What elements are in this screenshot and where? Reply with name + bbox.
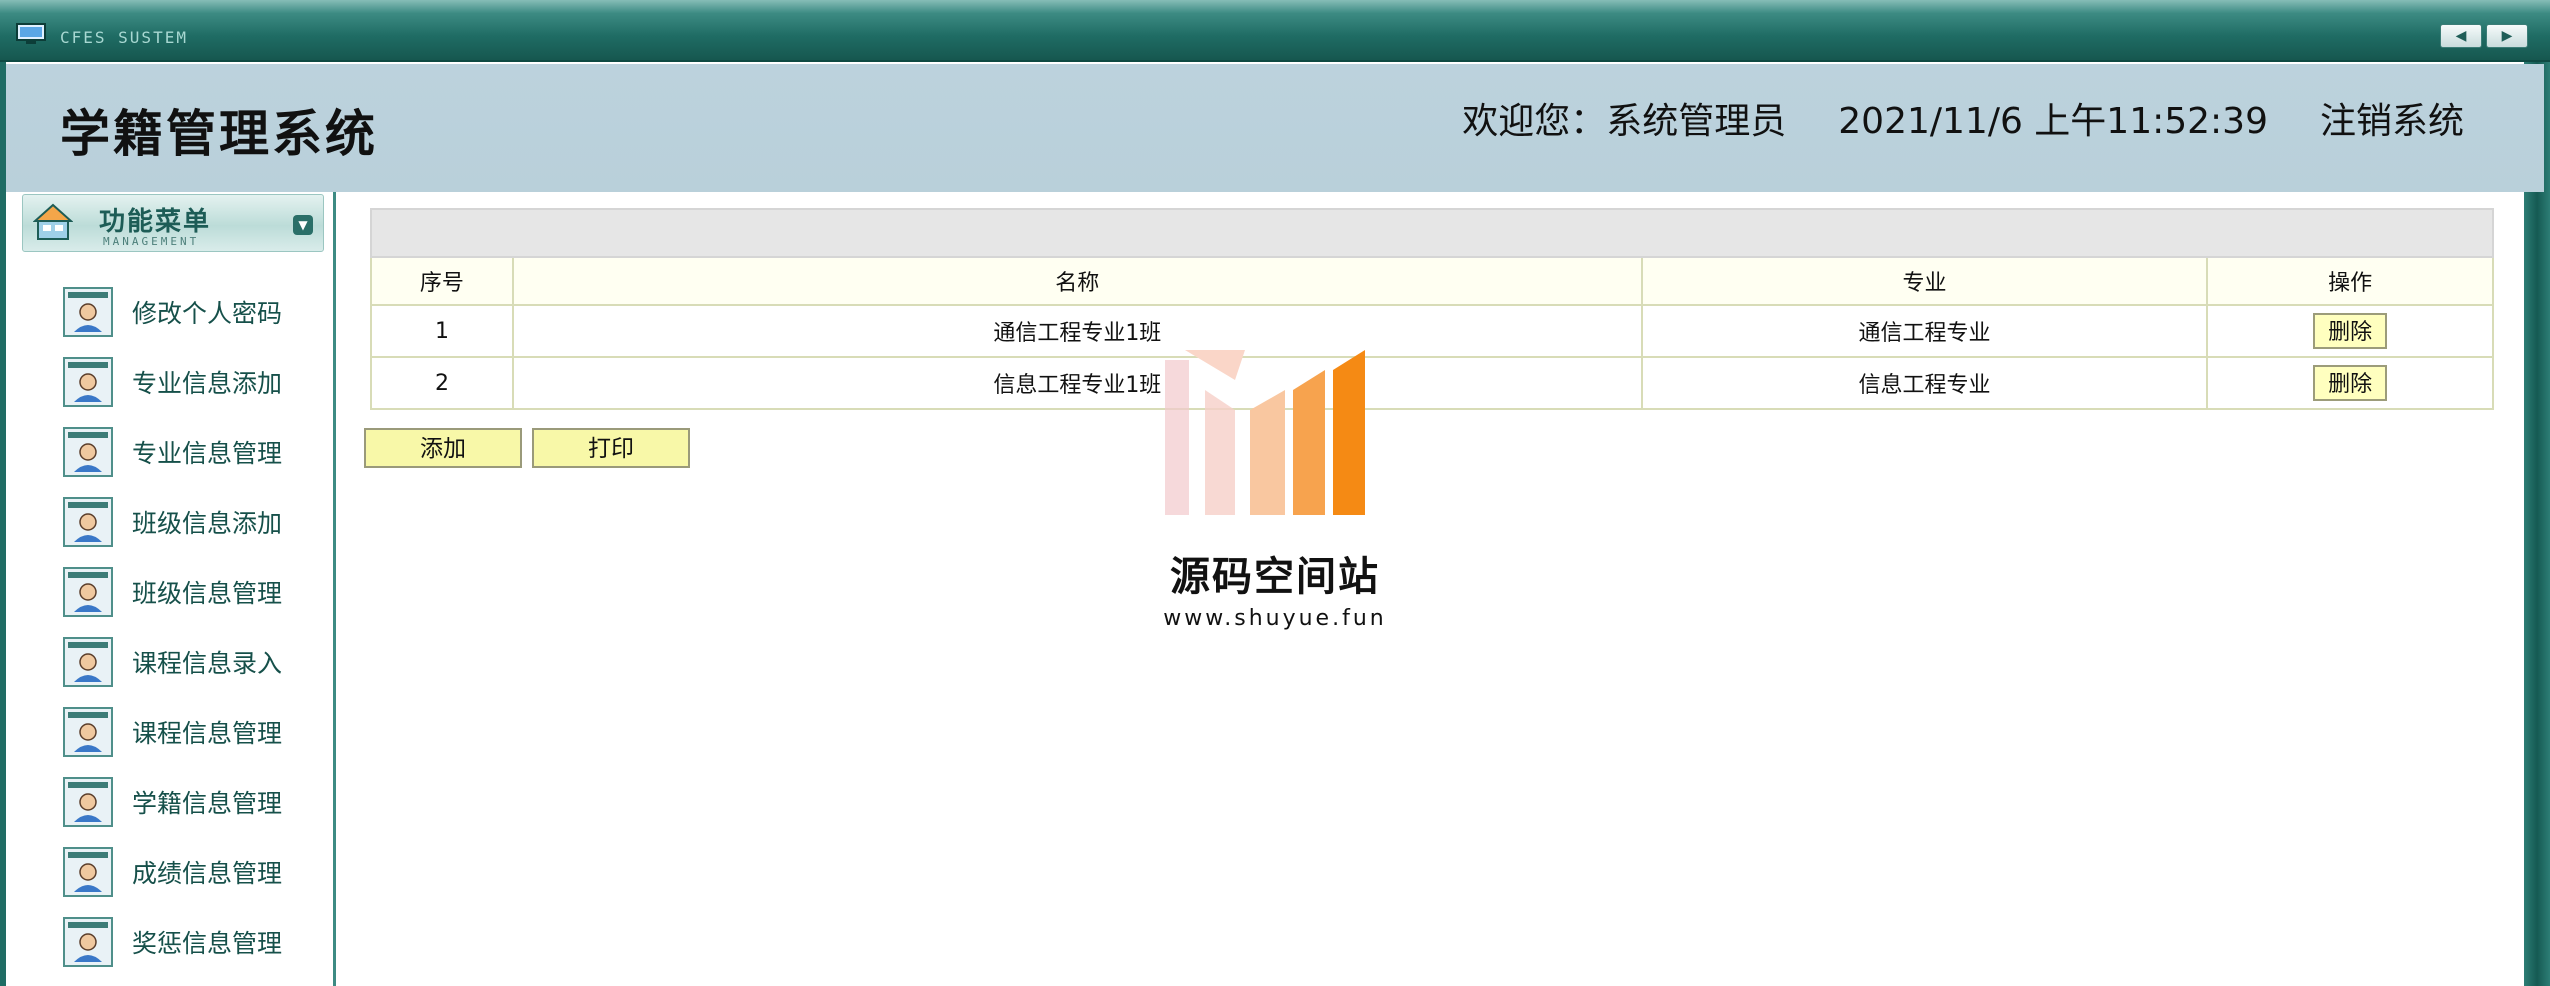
main-content: 序号 名称 专业 操作 1 通信工程专业1班 通信工程专业 删除 2 信息工程专… [360,192,2500,986]
user-name: 系统管理员 [1606,101,1787,142]
user-card-icon [63,777,113,827]
user-card-icon [63,567,113,617]
sidebar-item-course-entry[interactable]: 课程信息录入 [6,632,333,702]
cell-major: 信息工程专业 [1640,356,2209,410]
table-caption [370,208,2494,258]
user-card-icon [63,427,113,477]
cell-index: 1 [370,304,514,358]
add-button[interactable]: 添加 [364,428,522,468]
watermark-name: 源码空间站 [1170,554,1380,600]
sidebar-item-course-manage[interactable]: 课程信息管理 [6,702,333,772]
user-card-icon [63,847,113,897]
sidebar-item-label: 班级信息添加 [132,509,283,538]
app-title: 学籍管理系统 [60,105,378,163]
sidebar-item-major-manage[interactable]: 专业信息管理 [6,422,333,492]
menu-title: 功能菜单 [99,207,212,237]
home-icon [33,203,73,240]
table-row: 1 通信工程专业1班 通信工程专业 删除 [370,304,2494,358]
cell-name: 信息工程专业1班 [511,356,1643,410]
watermark-url: www.shuyue.fun [1163,606,1387,631]
logout-link[interactable]: 注销系统 [2320,92,2464,144]
user-card-icon [63,917,113,967]
table-header-row: 序号 名称 专业 操作 [370,256,2494,306]
delete-button[interactable]: 删除 [2313,365,2388,401]
sidebar-item-label: 奖惩信息管理 [132,929,283,958]
sidebar-item-label: 成绩信息管理 [132,859,283,888]
cell-name: 通信工程专业1班 [511,304,1643,358]
window-nav: ◀ ▶ [2440,24,2528,48]
delete-button[interactable]: 删除 [2313,313,2388,349]
sidebar-item-major-add[interactable]: 专业信息添加 [6,352,333,422]
welcome-label: 欢迎您： [1462,101,1607,142]
welcome: 欢迎您： 系统管理员 [1462,92,1786,144]
user-card-icon [63,357,113,407]
sidebar-item-class-manage[interactable]: 班级信息管理 [6,562,333,632]
sidebar-item-label: 修改个人密码 [132,299,283,328]
sidebar-item-class-add[interactable]: 班级信息添加 [6,492,333,562]
menu-header: 功能菜单 MANAGEMENT ▼ [22,194,324,252]
monitor-icon [16,23,46,44]
header: 学籍管理系统 欢迎您： 系统管理员 2021/11/6 上午11:52:39 注… [6,64,2544,192]
col-header-name: 名称 [511,256,1643,306]
window-titlebar: CFES SUSTEM ◀ ▶ [0,0,2550,62]
datetime: 2021/11/6 上午11:52:39 [1838,101,2268,142]
user-card-icon [63,707,113,757]
frame-right [2524,62,2550,986]
cell-action: 删除 [2206,356,2494,410]
user-card-icon [63,497,113,547]
sidebar-item-label: 专业信息添加 [132,369,283,398]
action-bar: 添加 打印 [364,428,690,468]
col-header-major: 专业 [1640,256,2209,306]
cell-index: 2 [370,356,514,410]
print-button[interactable]: 打印 [532,428,690,468]
col-header-index: 序号 [370,256,514,306]
header-right: 欢迎您： 系统管理员 2021/11/6 上午11:52:39 注销系统 [1462,92,2464,144]
cell-action: 删除 [2206,304,2494,358]
sidebar-item-label: 专业信息管理 [132,439,283,468]
table-caption-row [370,208,2494,258]
chevron-down-icon[interactable]: ▼ [293,215,313,235]
menu-list: 修改个人密码 专业信息添加 专业信息管理 班级信息添加 班级信息管理 课程信息录… [6,282,333,982]
user-card-icon [63,637,113,687]
sidebar-item-reward-manage[interactable]: 奖惩信息管理 [6,912,333,982]
menu-subtitle: MANAGEMENT [103,235,200,248]
sidebar-item-grade-manage[interactable]: 成绩信息管理 [6,842,333,912]
sidebar-item-label: 课程信息录入 [132,649,283,678]
cell-major: 通信工程专业 [1640,304,2209,358]
watermark: 源码空间站 www.shuyue.fun [1160,350,1390,631]
class-table: 序号 名称 专业 操作 1 通信工程专业1班 通信工程专业 删除 2 信息工程专… [370,208,2494,410]
sidebar-item-label: 班级信息管理 [132,579,283,608]
system-label: CFES SUSTEM [60,28,188,47]
sidebar-item-enrollment-manage[interactable]: 学籍信息管理 [6,772,333,842]
sidebar: 功能菜单 MANAGEMENT ▼ 修改个人密码 专业信息添加 专业信息管理 班… [6,192,336,986]
col-header-action: 操作 [2206,256,2494,306]
user-card-icon [63,287,113,337]
next-arrow-icon[interactable]: ▶ [2486,24,2528,48]
table-row: 2 信息工程专业1班 信息工程专业 删除 [370,356,2494,410]
sidebar-item-change-password[interactable]: 修改个人密码 [6,282,333,352]
watermark-logo-icon [1165,350,1365,515]
sidebar-item-label: 课程信息管理 [132,719,283,748]
prev-arrow-icon[interactable]: ◀ [2440,24,2482,48]
sidebar-item-label: 学籍信息管理 [132,789,283,818]
